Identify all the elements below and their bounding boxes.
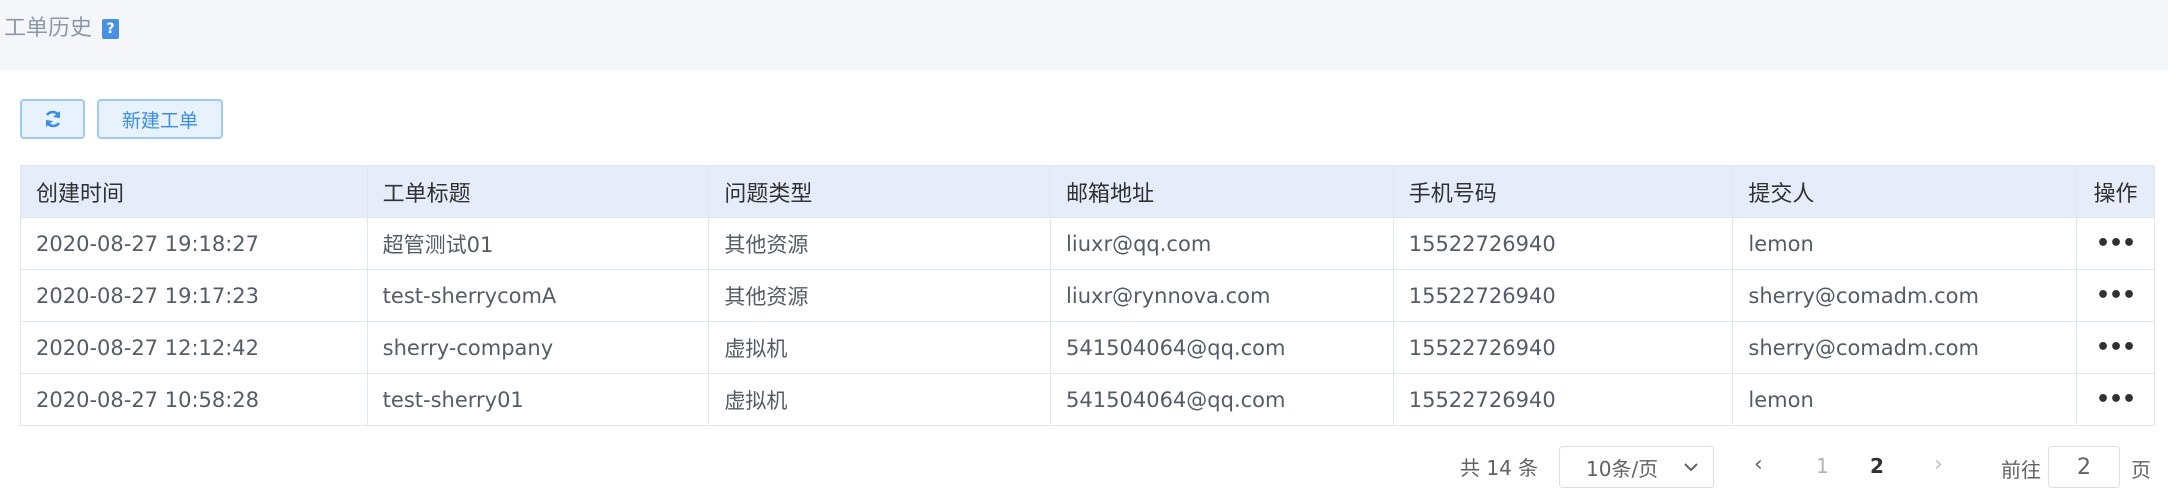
goto-label: 前往 xyxy=(2001,458,2041,482)
table-cell: 541504064@qq.com xyxy=(1051,374,1394,425)
table-header: 创建时间 工单标题 问题类型 邮箱地址 手机号码 提交人 操作 xyxy=(21,166,2154,218)
table-cell: sherry-company xyxy=(368,322,710,373)
row-actions: ••• xyxy=(2077,374,2154,425)
row-actions: ••• xyxy=(2077,218,2154,269)
column-header[interactable]: 手机号码 xyxy=(1394,166,1734,217)
table-row: 2020-08-27 12:12:42 sherry-company 虚拟机 5… xyxy=(21,322,2154,374)
page-number-active[interactable]: 2 xyxy=(1870,454,1884,478)
page-number[interactable]: 1 xyxy=(1816,454,1829,478)
goto-page-input[interactable] xyxy=(2048,446,2120,488)
column-header[interactable]: 工单标题 xyxy=(368,166,710,217)
page-size-value: 10条/页 xyxy=(1586,456,1659,481)
table-cell: 15522726940 xyxy=(1394,218,1734,269)
ticket-table: 创建时间 工单标题 问题类型 邮箱地址 手机号码 提交人 操作 2020-08-… xyxy=(20,165,2155,426)
total-count: 共 14 条 xyxy=(1460,456,1539,480)
more-icon[interactable]: ••• xyxy=(2096,335,2136,360)
column-header: 操作 xyxy=(2093,181,2138,207)
table-cell: test-sherrycomA xyxy=(368,270,710,321)
table-cell: sherry@comadm.com xyxy=(1733,322,2078,373)
table-row: 2020-08-27 19:17:23 test-sherrycomA 其他资源… xyxy=(21,270,2154,322)
more-icon[interactable]: ••• xyxy=(2096,283,2136,308)
prev-page-button[interactable]: ‹ xyxy=(1754,452,1763,477)
table-cell: 其他资源 xyxy=(709,218,1052,269)
row-actions: ••• xyxy=(2077,322,2154,373)
refresh-button[interactable] xyxy=(20,99,85,139)
table-cell: 其他资源 xyxy=(709,270,1052,321)
table-cell: test-sherry01 xyxy=(368,374,710,425)
table-row: 2020-08-27 19:18:27 超管测试01 其他资源 liuxr@qq… xyxy=(21,218,2154,270)
table-row: 2020-08-27 10:58:28 test-sherry01 虚拟机 54… xyxy=(21,374,2154,425)
table-cell: sherry@comadm.com xyxy=(1733,270,2078,321)
column-header[interactable]: 邮箱地址 xyxy=(1051,166,1394,217)
pagination: 共 14 条 10条/页 ‹ 1 2 › 前往 页 xyxy=(0,446,2168,488)
next-page-button[interactable]: › xyxy=(1934,452,1943,477)
table-cell: 2020-08-27 10:58:28 xyxy=(21,374,368,425)
table-cell: lemon xyxy=(1733,218,2078,269)
page-header: 工单历史 ? xyxy=(0,0,2168,70)
goto-suffix: 页 xyxy=(2131,458,2151,482)
table-cell: 超管测试01 xyxy=(368,218,710,269)
chevron-down-icon xyxy=(1683,457,1699,482)
page-size-select[interactable]: 10条/页 xyxy=(1559,446,1714,488)
table-cell: 15522726940 xyxy=(1394,322,1734,373)
table-cell: 15522726940 xyxy=(1394,270,1734,321)
table-cell: liuxr@rynnova.com xyxy=(1051,270,1394,321)
help-icon[interactable]: ? xyxy=(102,19,119,39)
table-cell: 虚拟机 xyxy=(709,322,1052,373)
table-cell: 541504064@qq.com xyxy=(1051,322,1394,373)
new-ticket-button[interactable]: 新建工单 xyxy=(97,99,223,139)
table-cell: liuxr@qq.com xyxy=(1051,218,1394,269)
table-cell: lemon xyxy=(1733,374,2078,425)
column-header[interactable]: 提交人 xyxy=(1733,166,2078,217)
column-header[interactable]: 创建时间 xyxy=(21,166,368,217)
more-icon[interactable]: ••• xyxy=(2096,231,2136,256)
table-cell: 虚拟机 xyxy=(709,374,1052,425)
table-cell: 2020-08-27 19:18:27 xyxy=(21,218,368,269)
page-title: 工单历史 xyxy=(4,16,93,41)
table-cell: 2020-08-27 12:12:42 xyxy=(21,322,368,373)
table-cell: 15522726940 xyxy=(1394,374,1734,425)
refresh-icon xyxy=(43,109,63,129)
table-cell: 2020-08-27 19:17:23 xyxy=(21,270,368,321)
more-icon[interactable]: ••• xyxy=(2096,387,2136,412)
column-header[interactable]: 问题类型 xyxy=(709,166,1052,217)
row-actions: ••• xyxy=(2077,270,2154,321)
